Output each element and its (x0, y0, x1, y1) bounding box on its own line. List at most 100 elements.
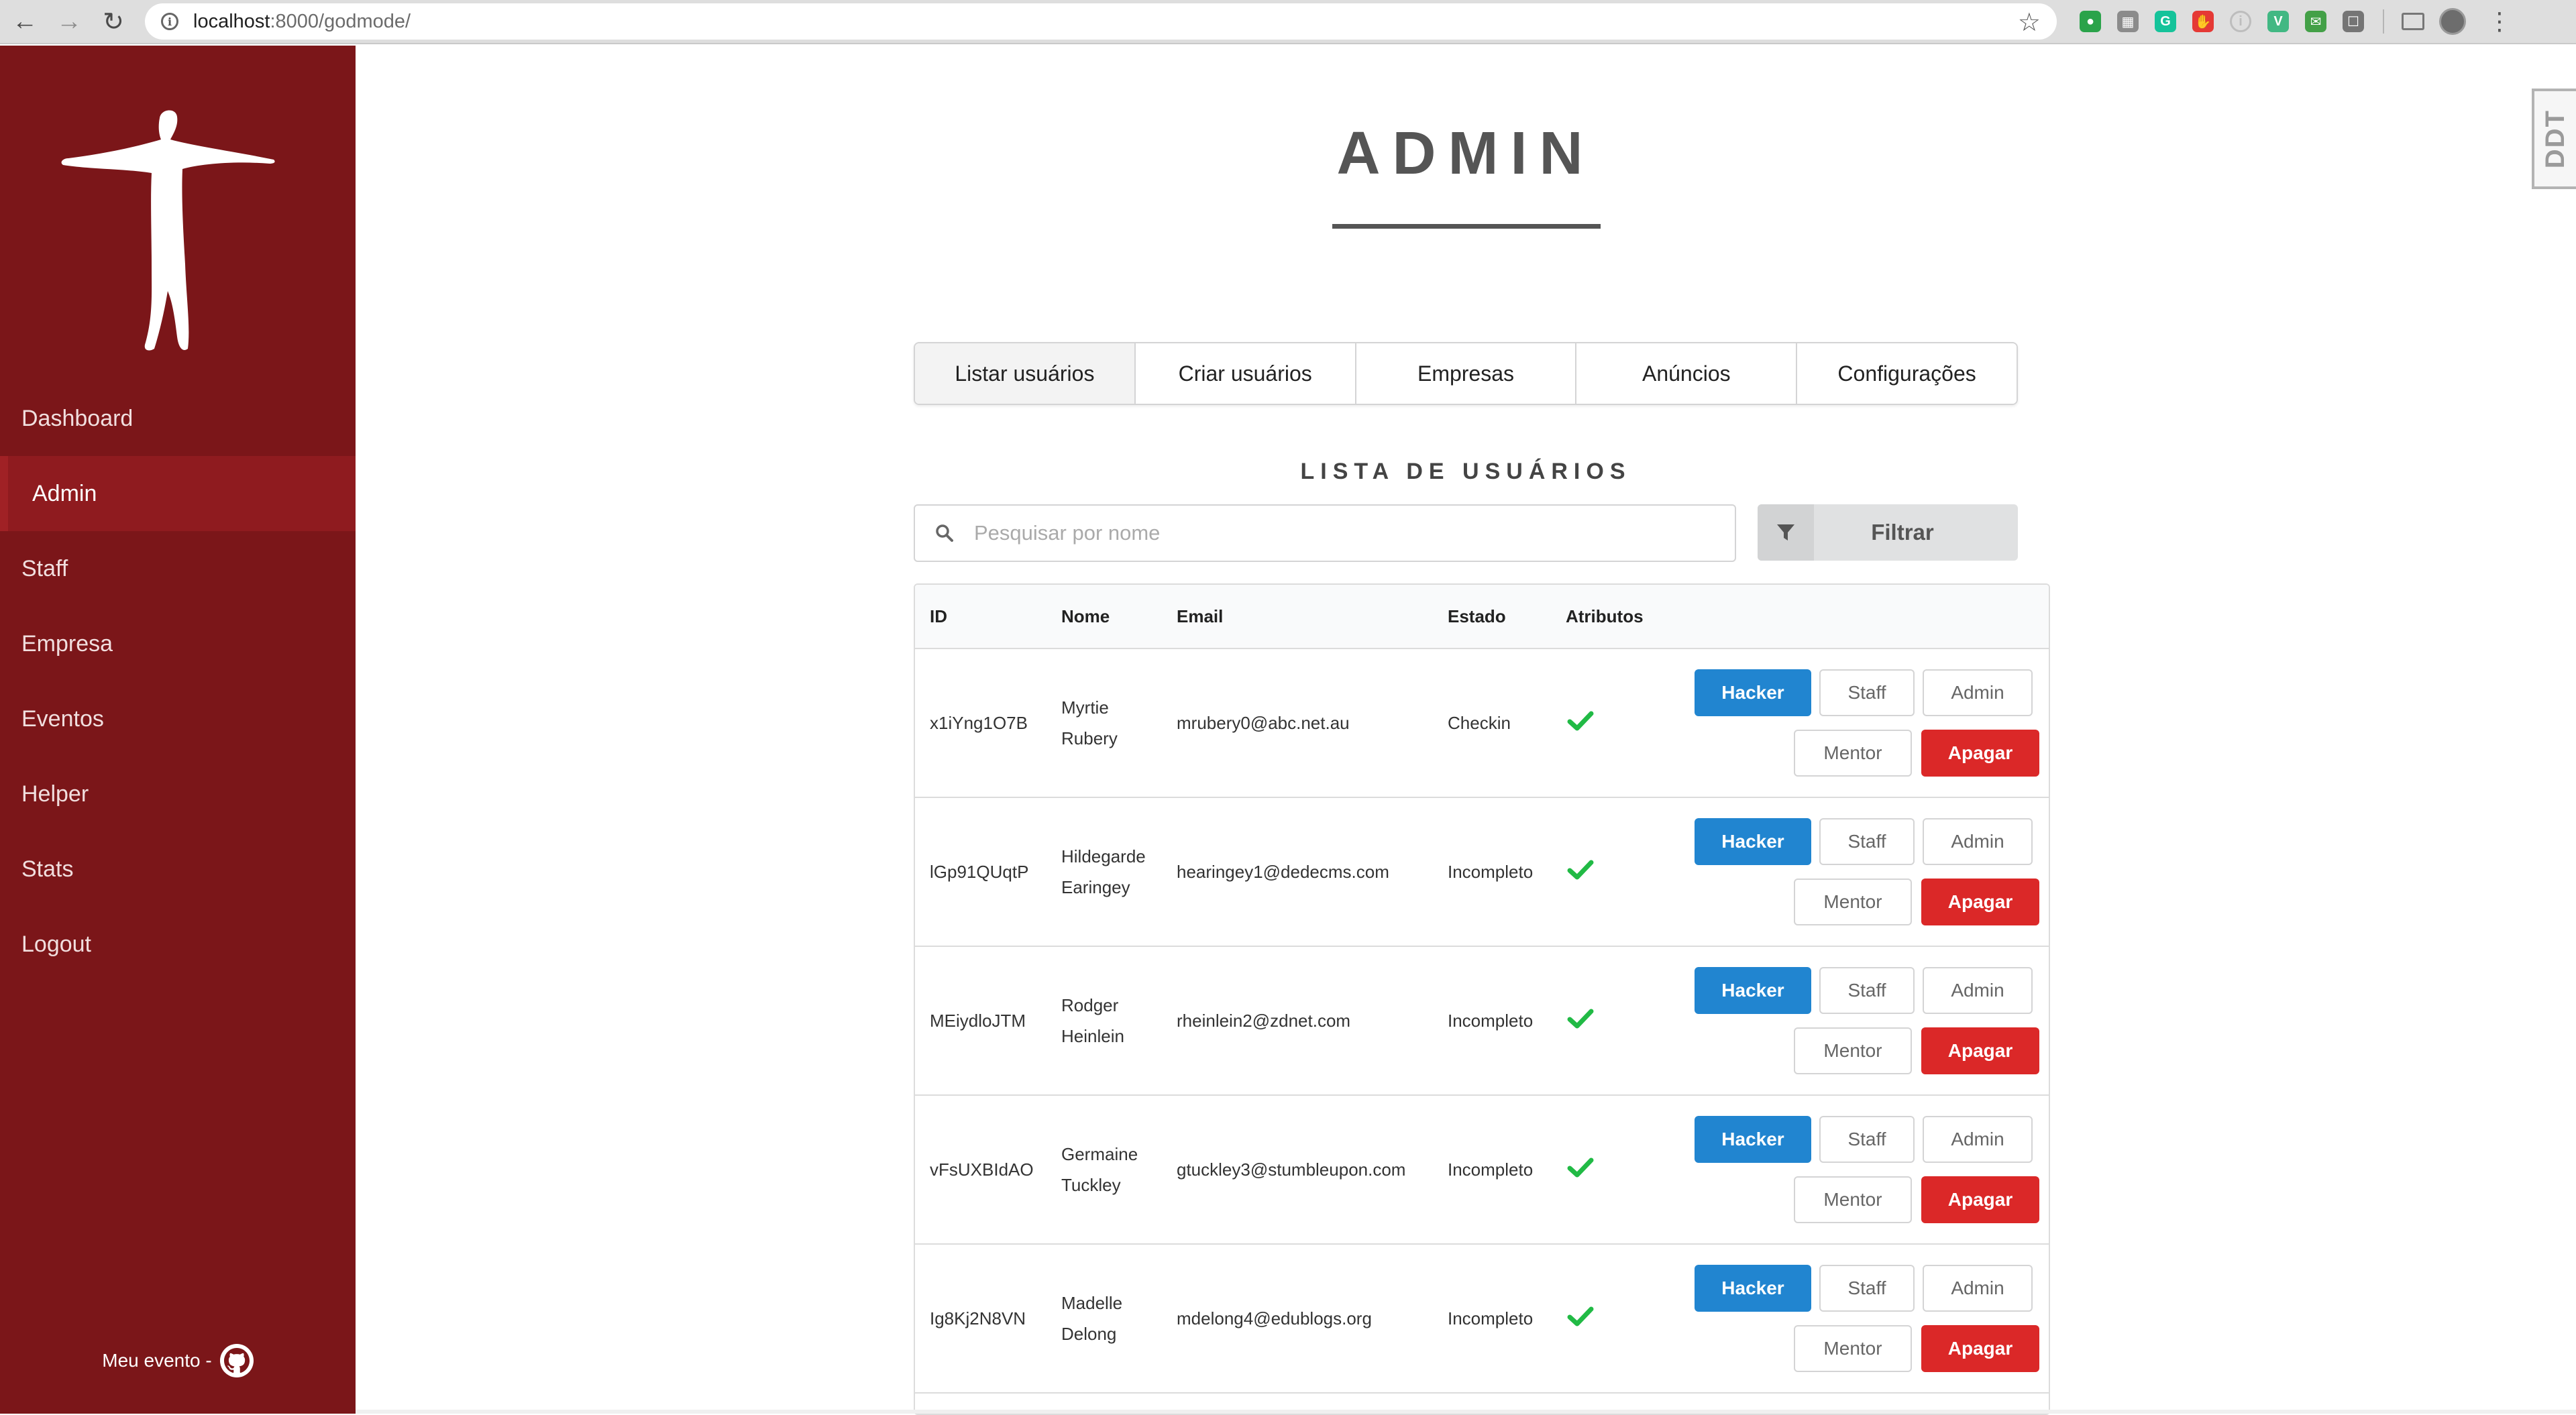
address-bar[interactable]: i localhost:8000/godmode/ ☆ (145, 3, 2057, 40)
user-email: hearingey1@dedecms.com (1177, 862, 1448, 883)
user-id: x1iYng1O7B (915, 713, 1061, 734)
mentor-button[interactable]: Mentor (1794, 1027, 1912, 1074)
mentor-button[interactable]: Mentor (1794, 1176, 1912, 1223)
staff-button[interactable]: Staff (1819, 967, 1915, 1014)
user-name: MadelleDelong (1061, 1288, 1177, 1349)
ext-green-icon[interactable]: ● (2080, 11, 2101, 32)
sidebar-item-logout[interactable]: Logout (0, 907, 356, 982)
reload-icon[interactable]: ↻ (94, 2, 133, 41)
user-attributes (1566, 856, 1670, 888)
ext-mail-icon[interactable]: ✉ (2305, 11, 2326, 32)
tab-4[interactable]: Anúncios (1576, 343, 1797, 404)
admin-button[interactable]: Admin (1923, 1265, 2033, 1312)
column-header-attributes: Atributos (1566, 606, 1670, 627)
admin-button[interactable]: Admin (1923, 967, 2033, 1014)
sidebar-item-stats[interactable]: Stats (0, 832, 356, 907)
tab-5[interactable]: Configurações (1797, 343, 2017, 404)
user-email: gtuckley3@stumbleupon.com (1177, 1159, 1448, 1180)
bookmark-star-icon[interactable]: ☆ (2018, 7, 2041, 38)
sidebar-item-staff[interactable]: Staff (0, 531, 356, 606)
browser-menu-icon[interactable]: ⋮ (2487, 7, 2512, 36)
checkmark-icon (1567, 856, 1594, 883)
back-icon[interactable]: ← (5, 2, 44, 41)
profile-avatar[interactable] (2439, 8, 2466, 35)
delete-button[interactable]: Apagar (1921, 1176, 2039, 1223)
user-id: Ig8Kj2N8VN (915, 1308, 1061, 1329)
ext-box-icon[interactable]: ☐ (2343, 11, 2364, 32)
sidebar-item-admin[interactable]: Admin (0, 456, 356, 531)
user-actions: HackerStaffAdminMentorApagar (1670, 947, 2049, 1094)
hacker-button[interactable]: Hacker (1695, 967, 1811, 1014)
staff-button[interactable]: Staff (1819, 1265, 1915, 1312)
user-actions: HackerStaffAdminMentorApagar (1670, 798, 2049, 946)
github-icon[interactable] (220, 1344, 254, 1377)
search-box (914, 504, 1736, 562)
user-status: Incompleto (1448, 1308, 1566, 1329)
table-body: x1iYng1O7BMyrtieRuberymrubery0@abc.net.a… (915, 649, 2049, 1394)
user-status: Checkin (1448, 713, 1566, 734)
admin-button[interactable]: Admin (1923, 669, 2033, 716)
url-text[interactable]: localhost:8000/godmode/ (193, 11, 411, 33)
user-first-name: Rodger (1061, 990, 1177, 1021)
filter-button[interactable]: Filtrar (1758, 504, 2018, 561)
column-header-name: Nome (1061, 601, 1177, 632)
delete-button[interactable]: Apagar (1921, 1027, 2039, 1074)
grammarly-icon[interactable]: G (2155, 11, 2176, 32)
column-header-actions (1670, 585, 2049, 648)
staff-button[interactable]: Staff (1819, 1116, 1915, 1163)
hacker-button[interactable]: Hacker (1695, 1265, 1811, 1312)
user-attributes (1566, 708, 1670, 739)
tab-3[interactable]: Empresas (1356, 343, 1577, 404)
hacker-button[interactable]: Hacker (1695, 818, 1811, 865)
user-first-name: Hildegarde (1061, 841, 1177, 872)
mentor-button[interactable]: Mentor (1794, 1325, 1912, 1372)
ext-red-icon[interactable]: ✋ (2192, 11, 2214, 32)
sidebar-footer: Meu evento - (0, 1344, 356, 1377)
user-attributes (1566, 1303, 1670, 1335)
admin-button[interactable]: Admin (1923, 1116, 2033, 1163)
delete-button[interactable]: Apagar (1921, 730, 2039, 777)
sidebar-nav: DashboardAdminStaffEmpresaEventosHelperS… (0, 381, 356, 982)
user-name: MyrtieRubery (1061, 692, 1177, 754)
ext-gray-icon[interactable]: ▦ (2117, 11, 2139, 32)
hacker-button[interactable]: Hacker (1695, 1116, 1811, 1163)
staff-button[interactable]: Staff (1819, 669, 1915, 716)
toolbar-separator (2383, 9, 2384, 34)
main-content: ADMIN DDT Listar usuáriosCriar usuáriosE… (356, 46, 2576, 1414)
ddt-badge-label: DDT (2540, 109, 2571, 168)
hacker-button[interactable]: Hacker (1695, 669, 1811, 716)
table-row: MEiydloJTMRodgerHeinleinrheinlein2@zdnet… (915, 947, 2049, 1096)
delete-button[interactable]: Apagar (1921, 879, 2039, 925)
staff-button[interactable]: Staff (1819, 818, 1915, 865)
column-header-status: Estado (1448, 606, 1566, 627)
user-id: vFsUXBIdAO (915, 1159, 1061, 1180)
sidebar-item-dashboard[interactable]: Dashboard (0, 381, 356, 456)
sidebar-item-empresa[interactable]: Empresa (0, 606, 356, 681)
delete-button[interactable]: Apagar (1921, 1325, 2039, 1372)
table-row: x1iYng1O7BMyrtieRuberymrubery0@abc.net.a… (915, 649, 2049, 798)
ext-info-icon[interactable]: i (2230, 11, 2251, 32)
vue-devtools-icon[interactable]: V (2267, 11, 2289, 32)
tab-2[interactable]: Criar usuários (1136, 343, 1356, 404)
section-title: LISTA DE USUÁRIOS (914, 459, 2018, 485)
forward-icon[interactable]: → (50, 2, 89, 41)
cast-icon[interactable] (2402, 13, 2424, 30)
admin-button[interactable]: Admin (1923, 818, 2033, 865)
mentor-button[interactable]: Mentor (1794, 879, 1912, 925)
page-title: ADMIN (356, 119, 2576, 188)
filter-icon-box (1758, 504, 1814, 561)
sidebar-item-eventos[interactable]: Eventos (0, 681, 356, 756)
user-status: Incompleto (1448, 1011, 1566, 1031)
table-row: Ig8Kj2N8VNMadelleDelongmdelong4@edublogs… (915, 1245, 2049, 1394)
ddt-badge[interactable]: DDT (2532, 89, 2576, 189)
user-last-name: Earingey (1061, 872, 1177, 903)
horizontal-scrollbar[interactable] (356, 1410, 2576, 1414)
table-row: lGp91QUqtPHildegardeEaringeyhearingey1@d… (915, 798, 2049, 947)
sidebar-item-helper[interactable]: Helper (0, 756, 356, 832)
mentor-button[interactable]: Mentor (1794, 730, 1912, 777)
tab-1[interactable]: Listar usuários (915, 343, 1136, 404)
site-info-icon[interactable]: i (161, 13, 178, 30)
search-input[interactable] (974, 521, 1712, 545)
users-table: ID Nome Email Estado Atributos x1iYng1O7… (914, 583, 2050, 1415)
logo-figure-icon (60, 106, 282, 354)
